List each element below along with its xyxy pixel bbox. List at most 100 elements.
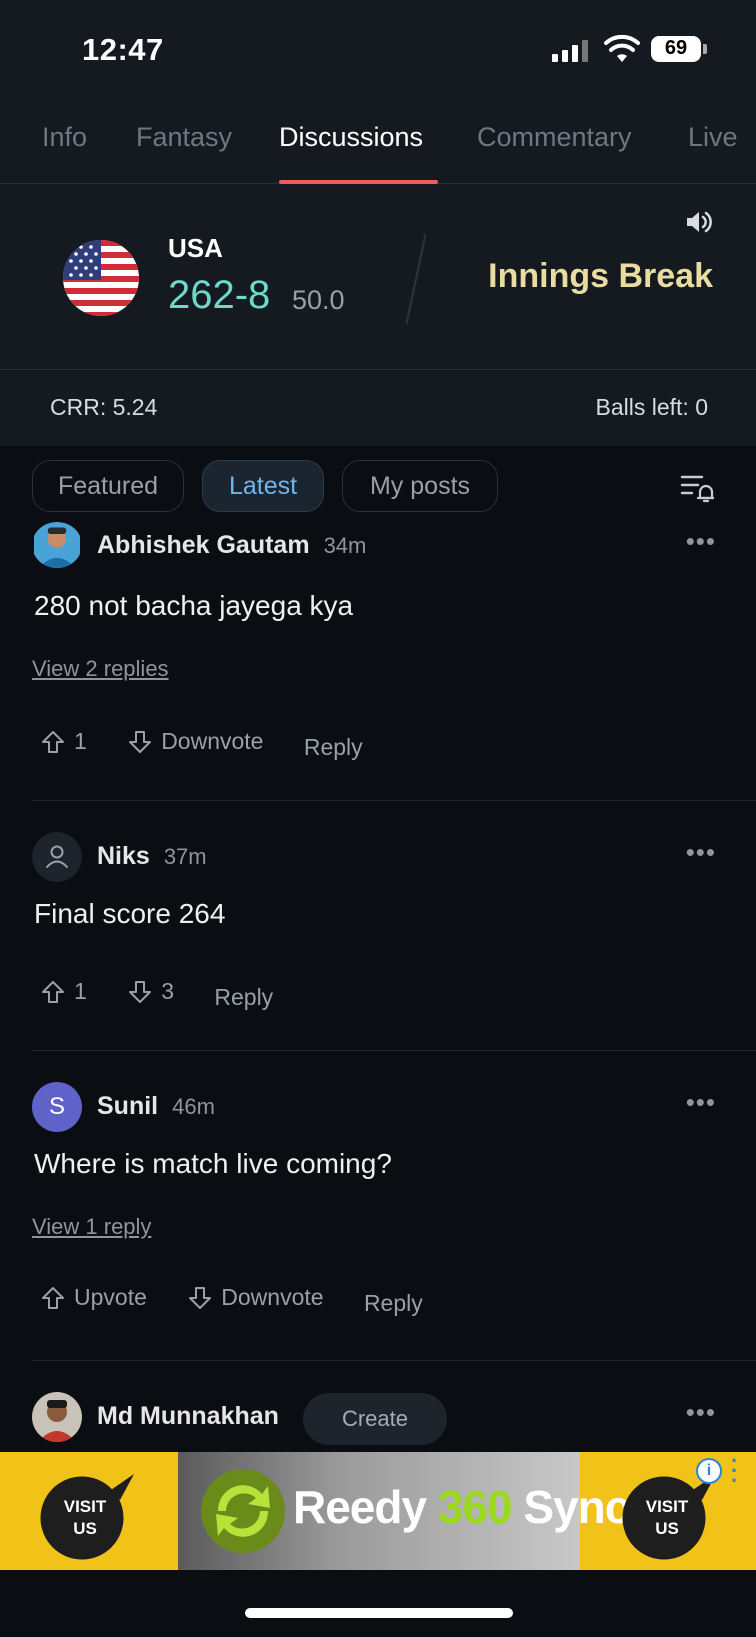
author-name[interactable]: Md Munnakhan [97,1402,279,1430]
upvote-button[interactable]: 1 [40,728,87,755]
user-avatar[interactable]: S [32,1082,82,1132]
speaker-icon[interactable] [684,209,712,235]
post-author[interactable]: Abhishek Gautam 34m [97,531,366,560]
cta-line-1: VISIT [63,1497,107,1516]
filter-my-posts[interactable]: My posts [342,460,498,512]
post-item: S Sunil 46m ••• Where is match live comin… [32,1082,756,1352]
downvote-count: 3 [161,978,174,1004]
tab-info[interactable]: Info [42,122,87,153]
create-post-button[interactable]: Create [303,1393,447,1445]
score-card[interactable]: USA 262-8 50.0 Innings Break [0,185,756,370]
visit-us-text: VISIT US [612,1496,722,1540]
battery-icon: 69 [651,36,701,62]
visit-us-text: VISIT US [30,1496,140,1540]
downvote-arrow-icon [129,980,152,1003]
more-options-icon[interactable]: ••• [686,837,716,868]
post-time: 34m [323,533,367,558]
post-actions: Upvote Downvote Reply [40,1284,457,1317]
post-divider [32,1360,756,1361]
brand-part-2: 360 [437,1481,513,1533]
downvote-arrow-icon [129,730,152,753]
post-actions: 1 Downvote Reply [40,728,397,761]
status-bar: 12:47 69 [0,0,756,100]
author-name[interactable]: Sunil [97,1092,158,1120]
downvote-button[interactable]: Downvote [187,1284,324,1311]
post-author[interactable]: Md Munnakhan [97,1402,279,1431]
upvote-button[interactable]: Upvote [40,1284,147,1311]
tab-commentary[interactable]: Commentary [477,122,632,153]
default-user-avatar-icon[interactable] [32,832,82,882]
cta-line-2: US [73,1519,97,1538]
view-replies-link[interactable]: View 2 replies [32,656,169,682]
upvote-label: Upvote [74,1284,147,1310]
downvote-arrow-icon [189,1286,212,1309]
ad-brand-panel[interactable]: Reedy 360 Sync [178,1452,630,1570]
active-tab-indicator [279,180,438,184]
post-divider [32,1050,756,1051]
run-rate-row: CRR: 5.24 Balls left: 0 [0,372,756,444]
match-status: Innings Break [488,257,713,295]
ad-options-icon[interactable]: · · · [731,1452,738,1492]
post-author[interactable]: Niks 37m [97,842,207,871]
filter-featured[interactable]: Featured [32,460,184,512]
tab-bar: Info Fantasy Discussions Commentary Live [0,104,756,184]
more-options-icon[interactable]: ••• [686,526,716,557]
brand-part-1: Reedy [293,1481,438,1533]
more-options-icon[interactable]: ••• [686,1397,716,1428]
downvote-label: Downvote [161,728,264,754]
downvote-label: Downvote [221,1284,324,1310]
discussion-filters: Featured Latest My posts [0,446,756,526]
post-text: Where is match live coming? [34,1148,392,1179]
upvote-arrow-icon [42,1286,64,1309]
reply-button[interactable]: Reply [304,734,363,761]
cta-line-2: US [655,1519,679,1538]
user-avatar[interactable] [32,522,82,568]
tab-live[interactable]: Live [688,122,738,153]
upvote-count: 1 [74,728,87,754]
ad-info-icon[interactable]: i [696,1458,722,1484]
post-item: Abhishek Gautam 34m ••• 280 not bacha jay… [32,522,756,798]
more-options-icon[interactable]: ••• [686,1087,716,1118]
visit-us-badge[interactable]: VISIT US [30,1470,140,1560]
score-divider [405,233,427,325]
current-run-rate: CRR: 5.24 [50,394,158,420]
cta-line-1: VISIT [645,1497,689,1516]
overs: 50.0 [292,285,345,315]
upvote-button[interactable]: 1 [40,978,87,1005]
wifi-icon [604,34,640,62]
post-author[interactable]: Sunil 46m [97,1092,215,1121]
downvote-button[interactable]: 3 [127,978,174,1005]
filter-latest[interactable]: Latest [202,460,324,512]
team-score: 262-8 [168,273,271,317]
team-name: USA [168,233,223,263]
upvote-arrow-icon [42,730,64,753]
upvote-count: 1 [74,978,87,1004]
tab-fantasy[interactable]: Fantasy [136,122,232,153]
author-name[interactable]: Niks [97,842,150,870]
ad-brand-name: Reedy 360 Sync [293,1480,630,1534]
post-item: Niks 37m ••• Final score 264 1 3 Reply [32,832,756,1044]
post-divider [32,800,756,801]
post-actions: 1 3 Reply [40,978,307,1011]
usa-flag-icon [63,240,139,316]
reply-button[interactable]: Reply [214,984,273,1011]
tab-discussions[interactable]: Discussions [279,122,423,153]
post-text: 280 not bacha jayega kya [34,590,354,621]
user-avatar[interactable] [32,1392,82,1442]
notification-filter-icon[interactable] [680,472,714,504]
battery-tip [703,44,707,54]
post-text: Final score 264 [34,898,226,929]
author-name[interactable]: Abhishek Gautam [97,531,310,559]
balls-left: Balls left: 0 [595,394,709,420]
sync-arrows-icon [201,1469,285,1553]
view-replies-link[interactable]: View 1 reply [32,1214,151,1240]
downvote-button[interactable]: Downvote [127,728,263,755]
post-time: 46m [172,1094,215,1119]
clock: 12:47 [82,32,164,67]
cellular-signal-icon [552,40,590,62]
reply-button[interactable]: Reply [364,1290,423,1317]
battery-level: 69 [664,37,688,59]
ad-banner[interactable]: VISIT US Reedy 360 Sync VISIT US i · · · [0,1452,756,1570]
home-indicator[interactable] [245,1608,513,1618]
post-time: 37m [163,844,207,869]
